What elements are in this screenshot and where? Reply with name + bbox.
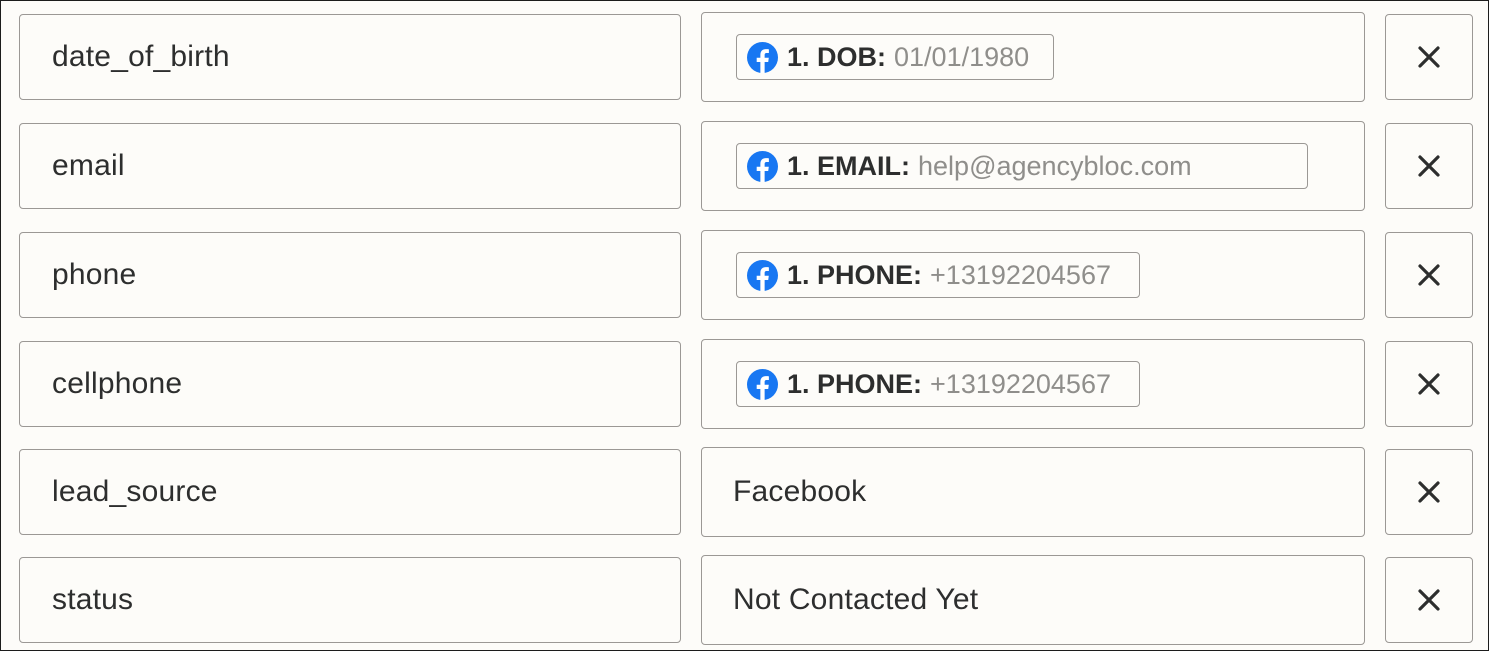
field-name-label: date_of_birth (52, 40, 230, 73)
field-value-input[interactable]: 1. PHONE: +13192204567 (701, 230, 1365, 320)
field-value-input[interactable]: 1. DOB: 01/01/1980 (701, 12, 1365, 102)
close-icon (1418, 481, 1440, 503)
field-name-label: status (52, 583, 134, 616)
pill-key-label: 1. EMAIL: (787, 150, 911, 181)
mapped-value-pill[interactable]: 1. PHONE: +13192204567 (736, 361, 1140, 407)
mapping-row: phone 1. PHONE: +13192204567 (1, 230, 1489, 320)
field-value-input[interactable]: 1. EMAIL: help@agencybloc.com (701, 121, 1365, 211)
close-icon (1418, 264, 1440, 286)
field-value-input[interactable]: Not Contacted Yet (701, 555, 1365, 645)
field-name-input[interactable]: status (19, 557, 681, 643)
mapping-row: status Not Contacted Yet (1, 555, 1489, 645)
remove-row-button[interactable] (1385, 232, 1473, 318)
mapping-row: lead_source Facebook (1, 447, 1489, 537)
field-name-input[interactable]: date_of_birth (19, 14, 681, 100)
facebook-icon (747, 368, 778, 400)
remove-row-button[interactable] (1385, 557, 1473, 643)
field-name-input[interactable]: cellphone (19, 341, 681, 427)
pill-sample-value: +13192204567 (930, 259, 1111, 290)
field-value-text: Not Contacted Yet (733, 583, 979, 616)
pill-key-label: 1. PHONE: (787, 368, 923, 399)
mapping-row: email 1. EMAIL: help@agencybloc.com (1, 121, 1489, 211)
field-value-text: Facebook (733, 475, 867, 508)
field-mapping-panel: date_of_birth 1. DOB: 01/01/1980 email 1… (0, 0, 1489, 651)
facebook-icon (747, 41, 778, 73)
pill-sample-value: +13192204567 (930, 368, 1111, 399)
field-value-input[interactable]: Facebook (701, 447, 1365, 537)
remove-row-button[interactable] (1385, 123, 1473, 209)
pill-sample-value: 01/01/1980 (894, 41, 1030, 72)
field-value-input[interactable]: 1. PHONE: +13192204567 (701, 339, 1365, 429)
pill-sample-value: help@agencybloc.com (918, 150, 1192, 181)
mapped-value-pill[interactable]: 1. EMAIL: help@agencybloc.com (736, 143, 1308, 189)
field-name-input[interactable]: email (19, 123, 681, 209)
facebook-icon (747, 150, 778, 182)
facebook-icon (747, 259, 778, 291)
close-icon (1418, 589, 1440, 611)
mapped-value-pill[interactable]: 1. PHONE: +13192204567 (736, 252, 1140, 298)
pill-key-label: 1. DOB: (787, 41, 887, 72)
field-name-input[interactable]: lead_source (19, 449, 681, 535)
field-name-input[interactable]: phone (19, 232, 681, 318)
close-icon (1418, 46, 1440, 68)
mapping-row: cellphone 1. PHONE: +13192204567 (1, 339, 1489, 429)
field-name-label: lead_source (52, 475, 218, 508)
close-icon (1418, 373, 1440, 395)
remove-row-button[interactable] (1385, 14, 1473, 100)
field-name-label: cellphone (52, 367, 183, 400)
field-name-label: email (52, 149, 125, 182)
mapping-row: date_of_birth 1. DOB: 01/01/1980 (1, 12, 1489, 102)
remove-row-button[interactable] (1385, 449, 1473, 535)
remove-row-button[interactable] (1385, 341, 1473, 427)
field-name-label: phone (52, 258, 137, 291)
pill-key-label: 1. PHONE: (787, 259, 923, 290)
mapped-value-pill[interactable]: 1. DOB: 01/01/1980 (736, 34, 1054, 80)
close-icon (1418, 155, 1440, 177)
